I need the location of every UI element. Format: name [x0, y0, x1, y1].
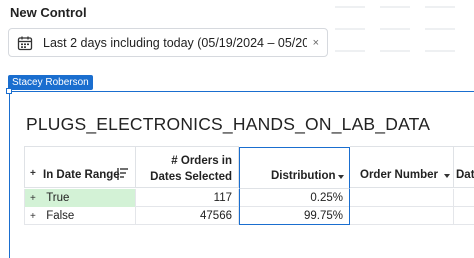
- filter-value: Last 2 days including today (05/19/2024 …: [43, 35, 307, 50]
- expand-icon[interactable]: +: [30, 190, 40, 208]
- distribution-cell[interactable]: 0.25%: [239, 189, 350, 207]
- chevron-down-icon[interactable]: [444, 174, 450, 178]
- table-row: + False 47566 99.75%: [24, 207, 474, 225]
- control-title: New Control: [10, 5, 87, 20]
- column-header-order-number[interactable]: Order Number: [350, 146, 454, 188]
- column-header-distribution[interactable]: Distribution: [239, 147, 350, 189]
- orders-cell[interactable]: 117: [136, 189, 239, 207]
- column-header-in-date-range[interactable]: + In Date Range: [24, 146, 136, 188]
- calendar-icon: [17, 36, 33, 50]
- date-cell[interactable]: [454, 207, 474, 225]
- column-label-line2: Dates Selected: [150, 171, 232, 183]
- column-label: Dat: [456, 169, 474, 181]
- column-label: In Date Range: [43, 169, 120, 181]
- column-header-orders[interactable]: # Orders in Dates Selected: [136, 146, 239, 188]
- column-label: Order Number: [360, 169, 438, 181]
- column-header-date[interactable]: Dat: [454, 146, 474, 188]
- row-label: True: [46, 192, 70, 204]
- clear-icon[interactable]: ×: [313, 37, 319, 49]
- order-number-cell[interactable]: [350, 207, 454, 225]
- date-range-filter[interactable]: Last 2 days including today (05/19/2024 …: [8, 28, 328, 57]
- column-label: Distribution: [271, 170, 336, 182]
- order-number-cell[interactable]: [350, 189, 454, 207]
- table-row: + True 117 0.25%: [24, 189, 474, 207]
- distribution-cell[interactable]: 99.75%: [239, 207, 350, 225]
- background-guides: [335, 0, 474, 80]
- resize-handle[interactable]: [6, 88, 12, 94]
- sort-descending-icon[interactable]: [117, 167, 129, 181]
- row-label: False: [46, 210, 75, 222]
- date-cell[interactable]: [454, 189, 474, 207]
- table-title: PLUGS_ELECTRONICS_HANDS_ON_LAB_DATA: [26, 114, 431, 134]
- row-header-cell[interactable]: + False: [24, 207, 136, 225]
- chevron-down-icon[interactable]: [338, 175, 344, 179]
- orders-cell[interactable]: 47566: [136, 207, 239, 225]
- expand-icon[interactable]: +: [30, 208, 40, 226]
- expand-icon[interactable]: +: [30, 168, 40, 179]
- column-label-line1: # Orders in: [171, 155, 232, 167]
- row-header-cell[interactable]: + True: [24, 189, 136, 207]
- user-presence-tag: Stacey Roberson: [8, 75, 93, 90]
